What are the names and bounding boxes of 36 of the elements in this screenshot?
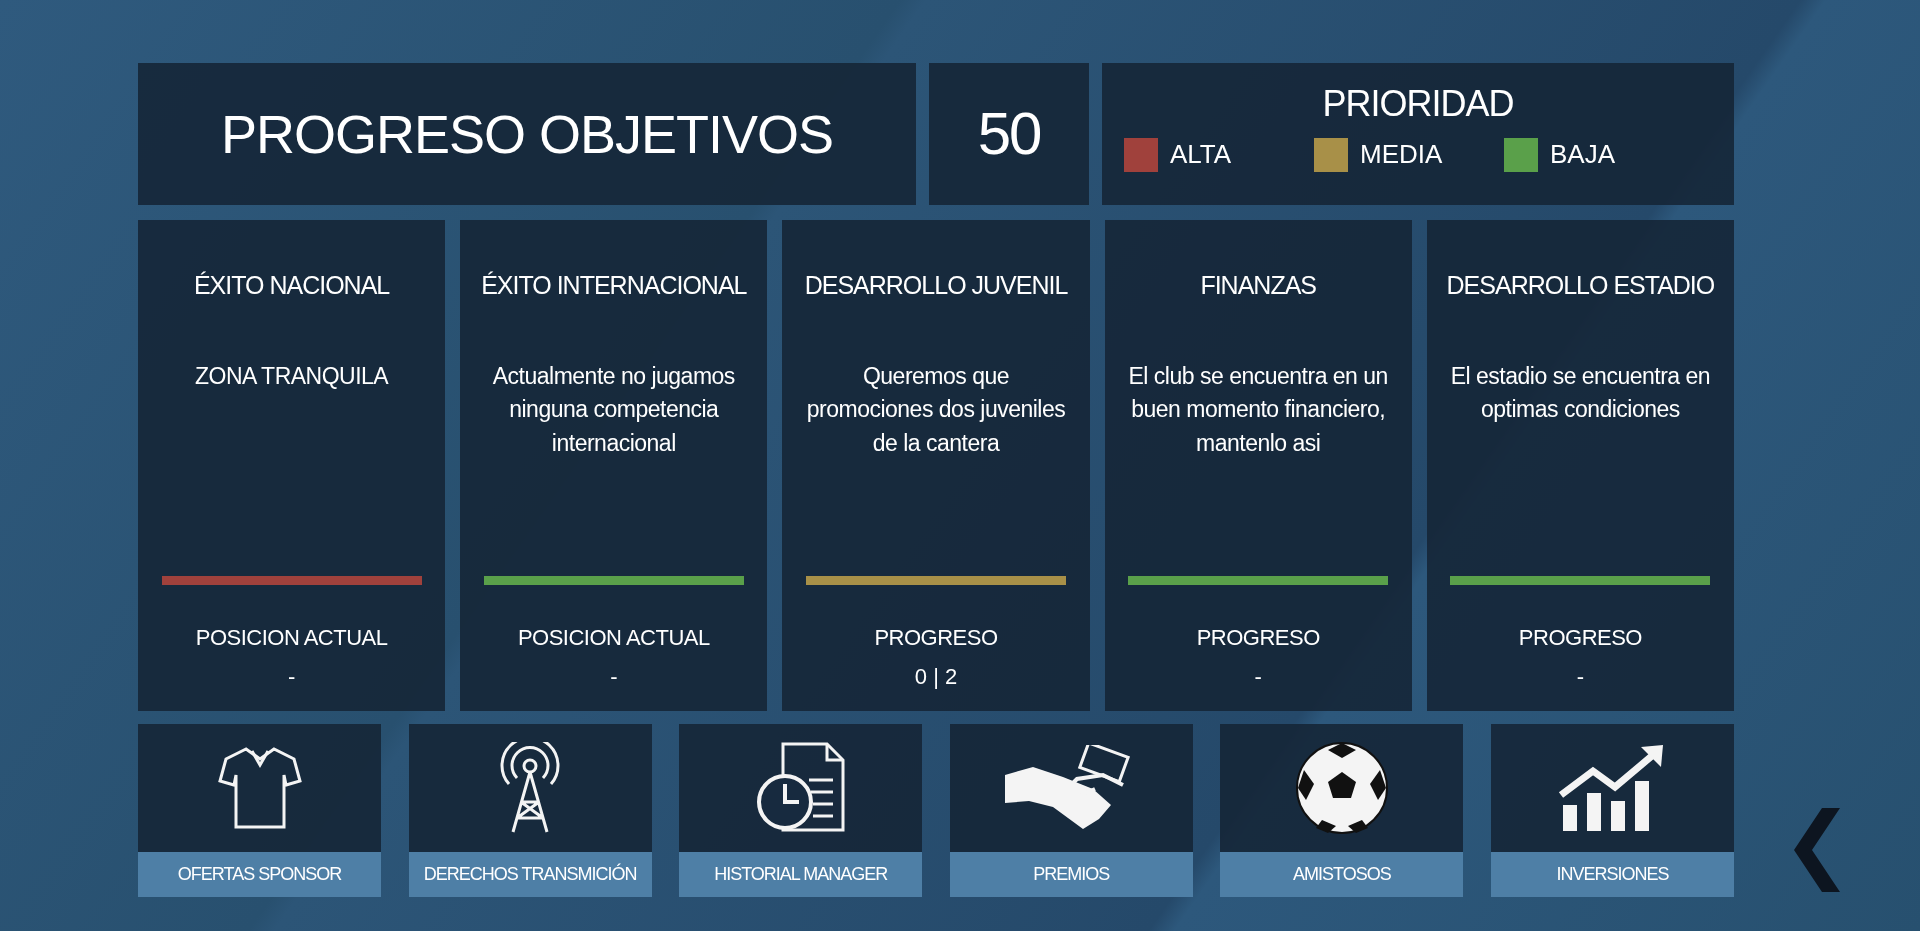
- shortcut-tile[interactable]: AMISTOSOS: [1220, 724, 1464, 897]
- priority-title: PRIORIDAD: [1322, 82, 1514, 126]
- shortcut-tile[interactable]: HISTORIAL MANAGER: [679, 724, 923, 897]
- metric-label: PROGRESO: [874, 624, 998, 652]
- shortcut-tile[interactable]: OFERTAS SPONSOR: [138, 724, 381, 897]
- shortcut-tile[interactable]: INVERSIONES: [1490, 724, 1734, 897]
- priority-label: BAJA: [1550, 138, 1616, 171]
- metric-value: -: [1254, 663, 1262, 691]
- objective-title: FINANZAS: [1200, 270, 1316, 301]
- back-icon: [1794, 808, 1840, 892]
- priority-label: ALTA: [1170, 138, 1232, 171]
- objective-title: DESARROLLO ESTADIO: [1446, 270, 1715, 301]
- metric-value: -: [1576, 663, 1585, 691]
- metric-value: -: [287, 663, 296, 691]
- priority-label: MEDIA: [1360, 138, 1443, 171]
- objective-title: ÉXITO INTERNACIONAL: [481, 270, 747, 301]
- shirt-icon: [217, 745, 302, 831]
- metric-label: POSICION ACTUAL: [195, 624, 388, 652]
- metric-value: 0 | 2: [914, 663, 958, 691]
- objective-description: Actualmente no jugamos ninguna competencia internacional: [491, 362, 736, 458]
- back-button[interactable]: [1794, 808, 1840, 892]
- objective-title: ÉXITO NACIONAL: [193, 270, 390, 301]
- metric-label: PROGRESO: [1518, 624, 1642, 652]
- metric-label: POSICION ACTUAL: [517, 624, 710, 652]
- metric-label: PROGRESO: [1196, 624, 1320, 652]
- objective-description: El club se encuentra en un buen momento financiero, mantenlo asi: [1127, 362, 1389, 458]
- metric-value: -: [610, 663, 618, 691]
- objective-title: DESARROLLO JUVENIL: [804, 270, 1068, 301]
- objective-description: El estadio se encuentra en optimas condiciones: [1449, 362, 1712, 425]
- objective-description: ZONA TRANQUILA: [195, 362, 389, 391]
- score-value: 50: [977, 99, 1041, 169]
- page-title: PROGRESO OBJETIVOS: [221, 102, 834, 166]
- soccer-ball-icon: [1293, 740, 1390, 836]
- objective-description: Queremos que promociones dos juveniles de la cantera: [805, 362, 1067, 458]
- shortcut-tile[interactable]: PREMIOS: [949, 724, 1193, 897]
- shortcut-tile[interactable]: DERECHOS TRANSMICIÓN: [408, 724, 652, 897]
